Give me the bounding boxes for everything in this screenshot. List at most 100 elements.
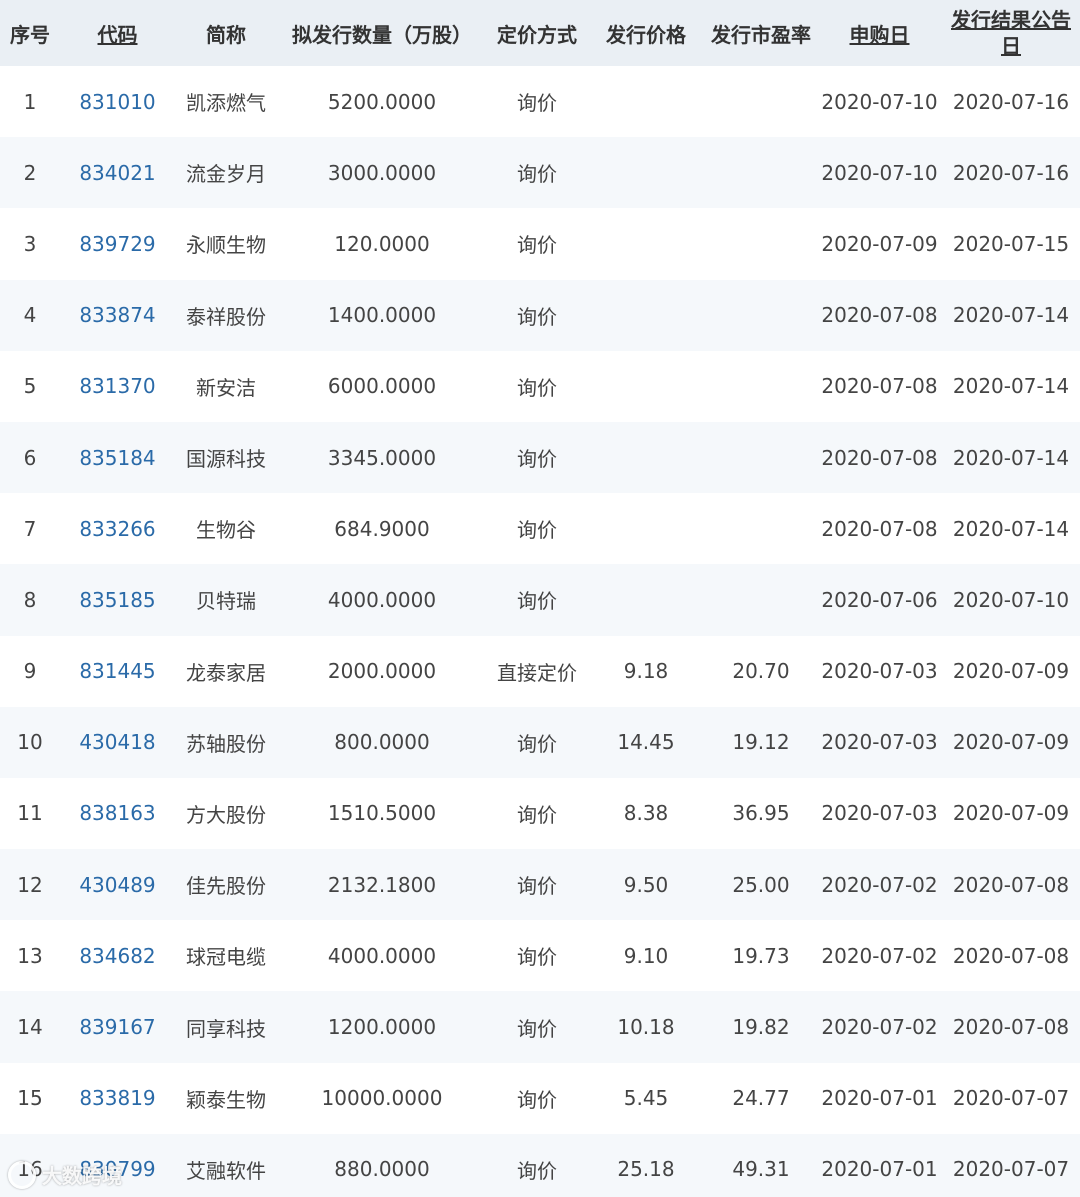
- cell-method: 询价: [517, 589, 557, 614]
- cell-method: 询价: [517, 304, 557, 329]
- cell-shares: 120.0000: [334, 231, 430, 256]
- cell-result-date: 2020-07-09: [952, 659, 1070, 684]
- cell-code-link[interactable]: 430489: [60, 873, 175, 897]
- cell-code-link[interactable]: 430418: [60, 730, 175, 754]
- cell-code-link[interactable]: 831370: [60, 374, 175, 398]
- cell-price: 10.18: [617, 1015, 675, 1040]
- cell-code-link[interactable]: 839729: [60, 232, 175, 256]
- cell-shares: 1510.5000: [327, 801, 437, 826]
- cell-seq: 12: [17, 872, 43, 897]
- cell-code-link[interactable]: 834021: [60, 161, 175, 185]
- cell-method: 询价: [517, 731, 557, 756]
- cell-code-link[interactable]: 831445: [60, 659, 175, 683]
- table-row: 1 831010 凯添燃气 5200.0000 询价 2020-07-10 2020-07-…: [0, 66, 1080, 138]
- cell-price: 8.38: [623, 801, 669, 826]
- cell-code-link[interactable]: 833819: [60, 1086, 175, 1110]
- cell-pe: 25.00: [732, 872, 790, 897]
- cell-price: 14.45: [617, 730, 675, 755]
- cell-method: 询价: [517, 91, 557, 116]
- cell-subscribe-date: 2020-07-06: [821, 587, 938, 612]
- cell-seq: 11: [17, 801, 43, 826]
- table-row: 2 834021 流金岁月 3000.0000 询价 2020-07-10 2020-07-…: [0, 137, 1080, 209]
- cell-shares: 6000.0000: [327, 374, 437, 399]
- cell-code-link[interactable]: 835185: [60, 588, 175, 612]
- cell-price: 9.50: [623, 872, 669, 897]
- table-header: 序号 代码 简称 拟发行数量（万股） 定价方式 发行价格 发行市盈率 申购日 发…: [0, 0, 1080, 66]
- cell-name: 新安洁: [196, 375, 256, 400]
- cell-code-link[interactable]: 833874: [60, 303, 175, 327]
- cell-result-date: 2020-07-16: [952, 160, 1070, 185]
- cell-subscribe-date: 2020-07-08: [821, 303, 938, 328]
- cell-shares: 4000.0000: [327, 587, 437, 612]
- table-row: 13 834682 球冠电缆 4000.0000 询价 9.10 19.73 2020-07-…: [0, 920, 1080, 992]
- table-row: 12 430489 佳先股份 2132.1800 询价 9.50 25.00 2020-07-…: [0, 849, 1080, 921]
- cell-result-date: 2020-07-14: [952, 374, 1070, 399]
- cell-name: 贝特瑞: [196, 589, 256, 614]
- cell-shares: 2000.0000: [327, 659, 437, 684]
- cell-result-date: 2020-07-14: [952, 303, 1070, 328]
- watermark: 大数跨境: [8, 1160, 122, 1189]
- cell-seq: 5: [23, 374, 37, 399]
- cell-code-link[interactable]: 831010: [60, 90, 175, 114]
- cell-subscribe-date: 2020-07-02: [821, 872, 938, 897]
- cell-seq: 13: [17, 943, 43, 968]
- cell-result-date: 2020-07-07: [952, 1086, 1070, 1111]
- table-row: 10 430418 苏轴股份 800.0000 询价 14.45 19.12 2020-07-…: [0, 706, 1080, 778]
- cell-result-date: 2020-07-08: [952, 872, 1070, 897]
- cell-method: 询价: [517, 447, 557, 472]
- header-subscribe-date-sort[interactable]: 申购日: [817, 19, 942, 48]
- cell-method: 询价: [517, 1158, 557, 1183]
- cell-name: 永顺生物: [186, 233, 266, 258]
- cell-seq: 8: [23, 587, 37, 612]
- cell-method: 询价: [517, 945, 557, 970]
- cell-seq: 3: [23, 231, 37, 256]
- cell-code-link[interactable]: 838163: [60, 801, 175, 825]
- cell-method: 询价: [517, 233, 557, 258]
- cell-pe: 19.73: [732, 943, 790, 968]
- cell-shares: 3345.0000: [327, 445, 437, 470]
- issuance-table: 序号 代码 简称 拟发行数量（万股） 定价方式 发行价格 发行市盈率 申购日 发…: [0, 0, 1080, 1197]
- cell-seq: 1: [23, 89, 37, 114]
- header-code-sort[interactable]: 代码: [60, 19, 175, 48]
- cell-name: 流金岁月: [186, 162, 266, 187]
- table-row: 15 833819 颖泰生物 10000.0000 询价 5.45 24.77 2020-07…: [0, 1062, 1080, 1134]
- cell-code-link[interactable]: 834682: [60, 944, 175, 968]
- cell-pe: 24.77: [732, 1086, 790, 1111]
- cell-subscribe-date: 2020-07-03: [821, 730, 938, 755]
- cell-seq: 6: [23, 445, 37, 470]
- cell-shares: 684.9000: [334, 516, 430, 541]
- cell-name: 生物谷: [196, 518, 256, 543]
- table-row: 7 833266 生物谷 684.9000 询价 2020-07-08 2020-07-14: [0, 493, 1080, 565]
- cell-result-date: 2020-07-09: [952, 730, 1070, 755]
- cell-seq: 4: [23, 303, 37, 328]
- cell-pe: 49.31: [732, 1157, 790, 1182]
- cell-price: 5.45: [623, 1086, 669, 1111]
- cell-shares: 3000.0000: [327, 160, 437, 185]
- cell-result-date: 2020-07-08: [952, 943, 1070, 968]
- cell-shares: 5200.0000: [327, 89, 437, 114]
- cell-pe: 20.70: [732, 659, 790, 684]
- cell-shares: 880.0000: [334, 1157, 430, 1182]
- header-result-date-sort[interactable]: 发行结果公告日: [942, 7, 1080, 59]
- cell-method: 询价: [517, 518, 557, 543]
- cell-subscribe-date: 2020-07-02: [821, 1015, 938, 1040]
- cell-result-date: 2020-07-14: [952, 445, 1070, 470]
- cell-name: 佳先股份: [186, 874, 266, 899]
- header-method: 定价方式: [497, 22, 577, 47]
- cell-seq: 14: [17, 1015, 43, 1040]
- cell-method: 询价: [517, 802, 557, 827]
- cell-name: 苏轴股份: [186, 731, 266, 756]
- cell-result-date: 2020-07-08: [952, 1015, 1070, 1040]
- cell-subscribe-date: 2020-07-03: [821, 659, 938, 684]
- cell-code-link[interactable]: 833266: [60, 517, 175, 541]
- cell-method: 询价: [517, 874, 557, 899]
- cell-subscribe-date: 2020-07-08: [821, 516, 938, 541]
- cell-seq: 7: [23, 516, 37, 541]
- cell-code-link[interactable]: 839167: [60, 1015, 175, 1039]
- table-row: 14 839167 同享科技 1200.0000 询价 10.18 19.82 2020-07…: [0, 991, 1080, 1063]
- cell-pe: 19.82: [732, 1015, 790, 1040]
- cell-shares: 2132.1800: [327, 872, 437, 897]
- cell-subscribe-date: 2020-07-09: [821, 231, 938, 256]
- cell-price: 9.18: [623, 659, 669, 684]
- cell-code-link[interactable]: 835184: [60, 446, 175, 470]
